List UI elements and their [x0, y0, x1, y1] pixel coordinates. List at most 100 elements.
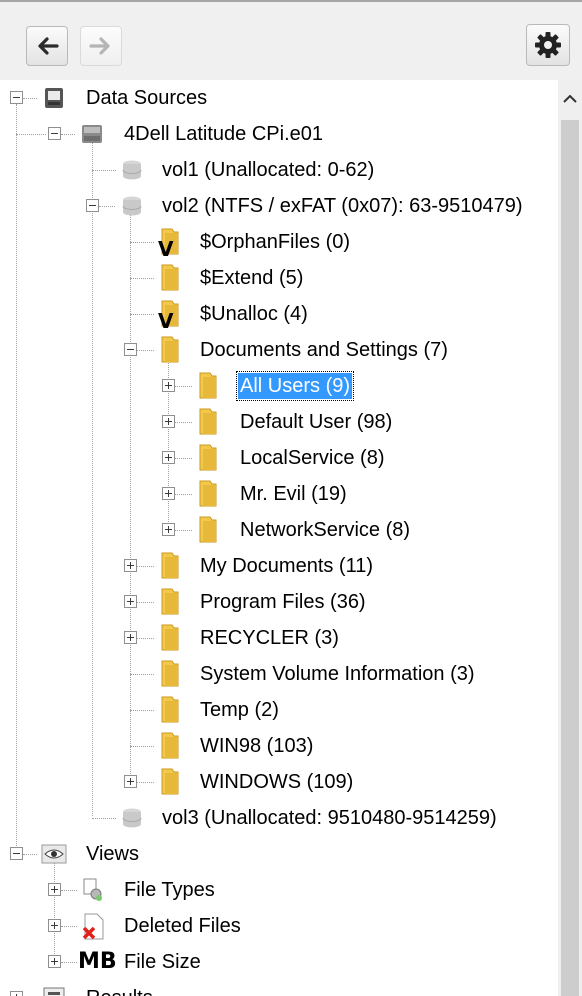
tree-node-data-sources[interactable]: Data Sources [0, 80, 558, 116]
tree-node-my-documents[interactable]: My Documents (11) [0, 548, 558, 584]
tree-node-results[interactable]: Results [0, 980, 558, 996]
folder-icon [161, 588, 179, 615]
folder-icon [161, 552, 179, 579]
tree-node-label: File Size [124, 951, 201, 973]
tree-node-label: $OrphanFiles (0) [200, 231, 351, 253]
tree-node-unalloc[interactable]: V $Unalloc (4) [0, 296, 558, 332]
tree-node-label: Deleted Files [124, 915, 241, 937]
expand-toggle[interactable] [124, 559, 137, 572]
tree-node-file-types[interactable]: File Types [0, 872, 558, 908]
forward-button[interactable] [80, 26, 122, 66]
folder-icon [199, 408, 217, 435]
tree-node-windows[interactable]: WINDOWS (109) [0, 764, 558, 800]
tree-node-label: WIN98 (103) [200, 735, 314, 757]
tree-node-label: LocalService (8) [240, 447, 385, 469]
tree-node-vol3[interactable]: vol3 (Unallocated: 9510480-9514259) [0, 800, 558, 836]
tree-node-orphan-files[interactable]: V $OrphanFiles (0) [0, 224, 558, 260]
tree-node-system-volume-information[interactable]: System Volume Information (3) [0, 656, 558, 692]
tree-node-label: 4Dell Latitude CPi.e01 [124, 123, 324, 145]
tree-node-deleted-files[interactable]: Deleted Files [0, 908, 558, 944]
expand-toggle[interactable] [162, 523, 175, 536]
tree-node-temp[interactable]: Temp (2) [0, 692, 558, 728]
tree-node-label: Documents and Settings (7) [200, 339, 448, 361]
tree-node-image[interactable]: 4Dell Latitude CPi.e01 [0, 116, 558, 152]
expand-toggle[interactable] [48, 955, 61, 968]
scrollbar-thumb[interactable] [561, 120, 579, 996]
expand-toggle[interactable] [124, 775, 137, 788]
tree-node-label: NetworkService (8) [240, 519, 411, 541]
tree-node-program-files[interactable]: Program Files (36) [0, 584, 558, 620]
expand-toggle[interactable] [162, 379, 175, 392]
expand-toggle[interactable] [124, 595, 137, 608]
tree-node-label: File Types [124, 879, 215, 901]
tree-node-views[interactable]: Views [0, 836, 558, 872]
tree-node-network-service[interactable]: NetworkService (8) [0, 512, 558, 548]
tree-node-label: vol2 (NTFS / exFAT (0x07): 63-9510479) [162, 195, 523, 217]
virtual-folder-icon: V [156, 227, 184, 259]
tree-node-label: $Extend (5) [200, 267, 304, 289]
tree-node-all-users[interactable]: All Users (9) [0, 368, 558, 404]
data-sources-icon [45, 88, 63, 108]
expand-toggle[interactable] [48, 883, 61, 896]
collapse-toggle[interactable] [124, 343, 137, 356]
expand-toggle[interactable] [162, 415, 175, 428]
collapse-toggle[interactable] [10, 91, 23, 104]
tree-node-label: Data Sources [86, 87, 208, 109]
tree-node-label: System Volume Information (3) [200, 663, 475, 685]
tree-node-label: Temp (2) [200, 699, 279, 721]
data-tree: Data Sources 4Dell Latitude CPi.e01 vol1… [0, 80, 558, 996]
folder-icon [199, 372, 217, 399]
gear-icon [535, 32, 561, 58]
tree-node-label: $Unalloc (4) [200, 303, 308, 325]
folder-icon [199, 516, 217, 543]
virtual-folder-icon: V [156, 299, 184, 331]
tree-node-label: Results [84, 985, 155, 996]
tree-node-vol1[interactable]: vol1 (Unallocated: 0-62) [0, 152, 558, 188]
tree-node-extend[interactable]: $Extend (5) [0, 260, 558, 296]
results-icon [43, 987, 65, 996]
file-types-icon [83, 878, 102, 901]
collapse-toggle[interactable] [10, 847, 23, 860]
folder-icon [161, 660, 179, 687]
tree-node-label-selected: All Users (9) [235, 371, 355, 401]
expand-toggle[interactable] [162, 487, 175, 500]
folder-icon [161, 768, 179, 795]
tree-node-label: Default User (98) [240, 411, 393, 433]
scroll-up-button[interactable] [558, 80, 582, 118]
collapse-toggle[interactable] [86, 199, 99, 212]
tree-node-vol2[interactable]: vol2 (NTFS / exFAT (0x07): 63-9510479) [0, 188, 558, 224]
volume-icon [122, 808, 142, 828]
tree-panel: Data Sources 4Dell Latitude CPi.e01 vol1… [0, 80, 582, 996]
tree-node-local-service[interactable]: LocalService (8) [0, 440, 558, 476]
folder-icon [199, 480, 217, 507]
expand-toggle[interactable] [124, 631, 137, 644]
tree-node-recycler[interactable]: RECYCLER (3) [0, 620, 558, 656]
tree-node-label: WINDOWS (109) [200, 771, 354, 793]
arrow-left-icon [38, 37, 59, 55]
expand-toggle[interactable] [10, 991, 23, 996]
tree-node-file-size[interactable]: MB File Size [0, 944, 558, 980]
expand-toggle[interactable] [48, 919, 61, 932]
chevron-up-icon [563, 94, 577, 103]
settings-button[interactable] [526, 24, 570, 66]
tree-node-label: Mr. Evil (19) [240, 483, 347, 505]
back-button[interactable] [26, 26, 68, 66]
expand-toggle[interactable] [162, 451, 175, 464]
tree-node-win98[interactable]: WIN98 (103) [0, 728, 558, 764]
collapse-toggle[interactable] [48, 127, 61, 140]
folder-icon [161, 336, 179, 363]
tree-node-label: Program Files (36) [200, 591, 366, 613]
vertical-scrollbar[interactable] [558, 80, 582, 996]
tree-node-label: vol3 (Unallocated: 9510480-9514259) [162, 807, 497, 829]
tree-node-documents-and-settings[interactable]: Documents and Settings (7) [0, 332, 558, 368]
tree-node-label: My Documents (11) [200, 555, 374, 577]
tree-node-default-user[interactable]: Default User (98) [0, 404, 558, 440]
volume-icon [122, 196, 142, 216]
disk-image-icon [82, 125, 102, 143]
tree-node-label: vol1 (Unallocated: 0-62) [162, 159, 375, 181]
tree-node-mr-evil[interactable]: Mr. Evil (19) [0, 476, 558, 512]
folder-icon [161, 732, 179, 759]
file-size-icon: MB [78, 949, 117, 974]
folder-icon [199, 444, 217, 471]
folder-icon [161, 264, 179, 291]
